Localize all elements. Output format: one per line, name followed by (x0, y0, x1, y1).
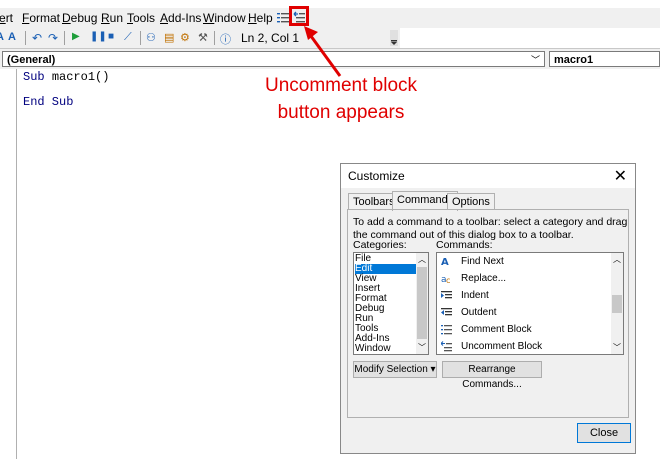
object-dropdown-value: (General) (7, 54, 56, 66)
procedure-dropdown-value: macro1 (554, 54, 594, 66)
undo-icon[interactable]: ↶ (32, 31, 46, 45)
command-label: Replace... (461, 273, 507, 284)
reset-icon[interactable]: ■ (108, 31, 122, 45)
scroll-thumb[interactable] (612, 295, 622, 313)
toolbar-separator (214, 31, 215, 45)
run-icon[interactable]: ▶ (72, 31, 86, 45)
toolbox-icon[interactable]: ⚒ (198, 31, 212, 45)
svg-text:A: A (441, 257, 449, 267)
menu-help[interactable]: Help (248, 11, 273, 25)
code-line-2[interactable]: End Sub (23, 95, 73, 109)
annotation-arrow-icon (304, 26, 342, 77)
command-label: Find Next (461, 256, 504, 267)
chevron-down-icon: ﹀ (530, 55, 540, 65)
menu-add-ins[interactable]: Add-Ins (160, 11, 201, 25)
toolbar-separator (140, 31, 141, 45)
toolbar-empty-area (400, 28, 660, 48)
commands-scrollbar[interactable]: ︿ ﹀ (611, 253, 623, 354)
categories-list[interactable]: File Edit View Insert Format Debug Run T… (353, 252, 429, 355)
annotation-text: Uncomment block button appears (256, 72, 426, 126)
tab-options[interactable]: Options (447, 193, 495, 210)
object-browser-icon[interactable]: ⚙ (180, 31, 194, 45)
menu-format[interactable]: Format (22, 11, 60, 25)
svg-text:c: c (446, 276, 450, 284)
categories-scrollbar[interactable]: ︿ ﹀ (416, 253, 428, 354)
uncomment-block-icon (441, 341, 452, 352)
dialog-title: Customize (348, 169, 405, 183)
customize-dialog: Customize ✕ Toolbars Commands Options To… (340, 163, 636, 454)
command-label: Outdent (461, 307, 497, 318)
object-dropdown[interactable]: (General) ﹀ (2, 51, 545, 67)
toolbar-overflow-icon[interactable] (390, 30, 398, 46)
find-next-icon: A (441, 257, 449, 267)
menu-debug[interactable]: Debug (62, 11, 97, 25)
scroll-down-icon[interactable]: ﹀ (611, 342, 623, 353)
break-icon[interactable]: ❚❚ (90, 31, 107, 45)
redo-icon[interactable]: ↷ (48, 31, 62, 45)
replace-icon: ac (441, 275, 450, 284)
code-line-1[interactable]: Sub macro1() (23, 70, 109, 84)
rearrange-commands-button[interactable]: Rearrange Commands... (442, 361, 542, 390)
commands-label: Commands: (436, 239, 493, 251)
design-mode-icon[interactable]: ⟋ (124, 31, 138, 45)
menu-tools[interactable]: Tools (127, 11, 155, 25)
scroll-down-icon[interactable]: ﹀ (416, 342, 428, 353)
editor-margin (16, 69, 17, 459)
command-label: Comment Block (461, 324, 532, 335)
scroll-up-icon[interactable]: ︿ (416, 254, 428, 265)
annotation-line-1: Uncomment block (264, 75, 418, 96)
outdent-icon (441, 308, 452, 316)
command-label: Indent (461, 290, 489, 301)
indent-icon (441, 291, 452, 299)
properties-icon[interactable]: ▤ (164, 31, 178, 45)
project-explorer-icon[interactable]: ⚇ (146, 31, 160, 45)
scroll-thumb[interactable] (417, 267, 427, 339)
keyword-sub: Sub (23, 70, 45, 84)
close-button[interactable]: Close (577, 423, 631, 443)
title-strip (0, 0, 660, 8)
commands-list[interactable]: A Find Next ac Replace... Indent Outdent… (436, 252, 624, 355)
annotation-line-2: button appears (277, 102, 405, 123)
procedure-dropdown[interactable]: macro1 (549, 51, 660, 67)
menu-window[interactable]: Window (203, 11, 246, 25)
close-icon[interactable]: ✕ (614, 166, 627, 186)
menu-run[interactable]: Run (101, 11, 123, 25)
menu-insert[interactable]: ert (0, 11, 13, 25)
procedure-name: macro1() (51, 70, 110, 84)
command-label: Uncomment Block (461, 341, 543, 352)
toolbar-separator (25, 31, 26, 45)
categories-label: Categories: (353, 239, 407, 251)
modify-selection-button[interactable]: Modify Selection ▾ (353, 361, 437, 378)
highlight-box (289, 6, 309, 26)
find-next-icon[interactable]: A (8, 31, 22, 45)
list-item[interactable]: Window (355, 344, 391, 354)
toolbar-separator (64, 31, 65, 45)
comment-block-icon[interactable] (277, 12, 289, 24)
scroll-up-icon[interactable]: ︿ (611, 254, 623, 265)
dialog-title-bar[interactable]: Customize ✕ (341, 164, 635, 188)
help-icon[interactable]: ⓘ (220, 31, 234, 46)
comment-block-icon (441, 325, 452, 335)
